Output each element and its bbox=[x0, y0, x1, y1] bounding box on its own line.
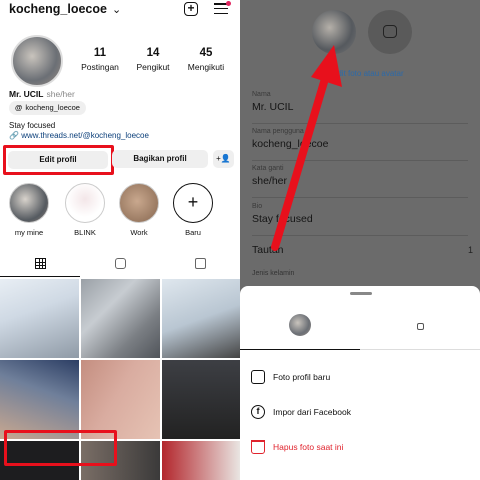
stat-posts-label: Postingan bbox=[81, 62, 119, 72]
highlight-cover bbox=[119, 183, 159, 223]
stat-following[interactable]: 45 Mengikuti bbox=[176, 47, 236, 72]
highlight-my-mine[interactable]: my mine bbox=[4, 183, 54, 237]
avatar-face-icon bbox=[417, 323, 424, 330]
field-label: Bio bbox=[252, 203, 263, 210]
option-label: Impor dari Facebook bbox=[273, 407, 351, 417]
profile-top-bar: kocheng_loecoe ⌄ + bbox=[0, 0, 240, 22]
option-label: Foto profil baru bbox=[273, 372, 331, 382]
highlight-blink[interactable]: BLINK bbox=[60, 183, 110, 237]
plus-icon: + bbox=[173, 183, 213, 223]
highlight-box-remove-photo bbox=[4, 430, 117, 466]
profile-username[interactable]: kocheng_loecoe bbox=[9, 2, 107, 16]
highlight-cover bbox=[65, 183, 105, 223]
share-profile-button[interactable]: Bagikan profil bbox=[112, 150, 208, 168]
tab-reels[interactable] bbox=[80, 252, 160, 277]
edit-profile-avatar[interactable] bbox=[312, 10, 356, 54]
stat-following-count: 45 bbox=[199, 47, 213, 59]
profile-link-text: www.threads.net/@kocheng_loecoe bbox=[21, 131, 149, 140]
divider bbox=[252, 197, 468, 198]
field-value: Stay focused bbox=[252, 213, 313, 225]
sheet-tab-photo[interactable] bbox=[240, 302, 360, 350]
grid-post[interactable] bbox=[81, 360, 160, 439]
links-count: 1 bbox=[468, 245, 474, 255]
divider bbox=[252, 160, 468, 161]
field-label: Nama bbox=[252, 91, 271, 98]
grid-post[interactable] bbox=[0, 360, 79, 439]
highlight-label: BLINK bbox=[74, 228, 96, 237]
threads-badge[interactable]: @ kocheng_loecoe bbox=[9, 101, 86, 115]
field-label: Kata ganti bbox=[252, 165, 284, 172]
profile-name-line: Mr. UCIL she/her bbox=[9, 89, 75, 99]
image-icon bbox=[251, 370, 265, 384]
profile-link[interactable]: 🔗 www.threads.net/@kocheng_loecoe bbox=[9, 131, 149, 140]
avatar-option[interactable] bbox=[368, 10, 412, 54]
divider bbox=[252, 235, 468, 236]
highlight-label: Baru bbox=[185, 228, 201, 237]
photo-bottom-sheet: Foto profil baru f Impor dari Facebook H… bbox=[240, 286, 480, 480]
add-user-icon[interactable]: +👤 bbox=[213, 150, 234, 168]
trash-icon bbox=[251, 440, 265, 454]
highlight-box-edit-profile bbox=[3, 145, 114, 175]
field-value: she/her bbox=[252, 175, 288, 187]
profile-name: Mr. UCIL bbox=[9, 89, 44, 99]
stat-followers-count: 14 bbox=[146, 47, 160, 59]
remove-photo-option[interactable]: Hapus foto saat ini bbox=[240, 437, 480, 459]
field-value: Mr. UCIL bbox=[252, 101, 294, 113]
stat-posts[interactable]: 11 Postingan bbox=[70, 47, 130, 72]
profile-tabs bbox=[0, 252, 240, 277]
field-bio[interactable]: Bio Stay focused bbox=[252, 203, 472, 225]
avatar-face-icon bbox=[383, 25, 397, 38]
grid-post[interactable] bbox=[162, 279, 240, 358]
highlight-label: Work bbox=[130, 228, 148, 237]
sheet-tab-avatar[interactable] bbox=[360, 302, 480, 350]
grid-post[interactable] bbox=[162, 441, 240, 480]
profile-pronoun: she/her bbox=[46, 89, 75, 99]
tagged-icon bbox=[194, 257, 206, 269]
edit-profile-screen: Edit foto atau avatar Nama Mr. UCIL Nama… bbox=[240, 0, 480, 480]
tab-grid[interactable] bbox=[0, 252, 80, 277]
sheet-drag-handle[interactable] bbox=[350, 292, 372, 295]
avatar bbox=[289, 314, 311, 336]
field-username[interactable]: Nama pengguna kocheng_loecoe bbox=[252, 128, 472, 150]
highlight-work[interactable]: Work bbox=[114, 183, 164, 237]
gender-label[interactable]: Jenis kelamin bbox=[252, 270, 294, 277]
create-post-icon[interactable]: + bbox=[184, 2, 198, 16]
reels-icon bbox=[114, 257, 126, 269]
edit-photo-link[interactable]: Edit foto atau avatar bbox=[332, 69, 404, 78]
stat-posts-count: 11 bbox=[93, 47, 107, 59]
threads-handle: kocheng_loecoe bbox=[25, 103, 80, 112]
chevron-down-icon[interactable]: ⌄ bbox=[112, 3, 121, 16]
field-label: Nama pengguna bbox=[252, 128, 304, 135]
highlight-label: my mine bbox=[14, 228, 44, 237]
option-label: Hapus foto saat ini bbox=[273, 442, 344, 452]
highlight-new[interactable]: + Baru bbox=[168, 183, 218, 237]
stat-followers-label: Pengikut bbox=[136, 62, 170, 72]
link-icon: 🔗 bbox=[9, 131, 19, 140]
field-name[interactable]: Nama Mr. UCIL bbox=[252, 91, 472, 113]
stat-following-label: Mengikuti bbox=[187, 62, 225, 72]
field-pronoun[interactable]: Kata ganti she/her bbox=[252, 165, 472, 187]
grid-post[interactable] bbox=[162, 360, 240, 439]
notification-dot bbox=[226, 1, 231, 6]
field-value: kocheng_loecoe bbox=[252, 138, 329, 150]
grid-post[interactable] bbox=[81, 279, 160, 358]
threads-icon: @ bbox=[15, 103, 23, 112]
stat-followers[interactable]: 14 Pengikut bbox=[123, 47, 183, 72]
tab-tagged[interactable] bbox=[160, 252, 240, 277]
new-profile-photo-option[interactable]: Foto profil baru bbox=[240, 367, 480, 389]
links-row[interactable]: Tautan bbox=[252, 244, 284, 256]
profile-bio: Stay focused bbox=[9, 121, 56, 130]
profile-avatar[interactable] bbox=[11, 35, 63, 87]
profile-screen: kocheng_loecoe ⌄ + 11 Postingan 14 Pengi… bbox=[0, 0, 240, 480]
grid-icon bbox=[34, 257, 46, 269]
import-facebook-option[interactable]: f Impor dari Facebook bbox=[240, 402, 480, 424]
facebook-icon: f bbox=[251, 405, 265, 419]
highlight-cover bbox=[9, 183, 49, 223]
grid-post[interactable] bbox=[0, 279, 79, 358]
divider bbox=[252, 123, 468, 124]
